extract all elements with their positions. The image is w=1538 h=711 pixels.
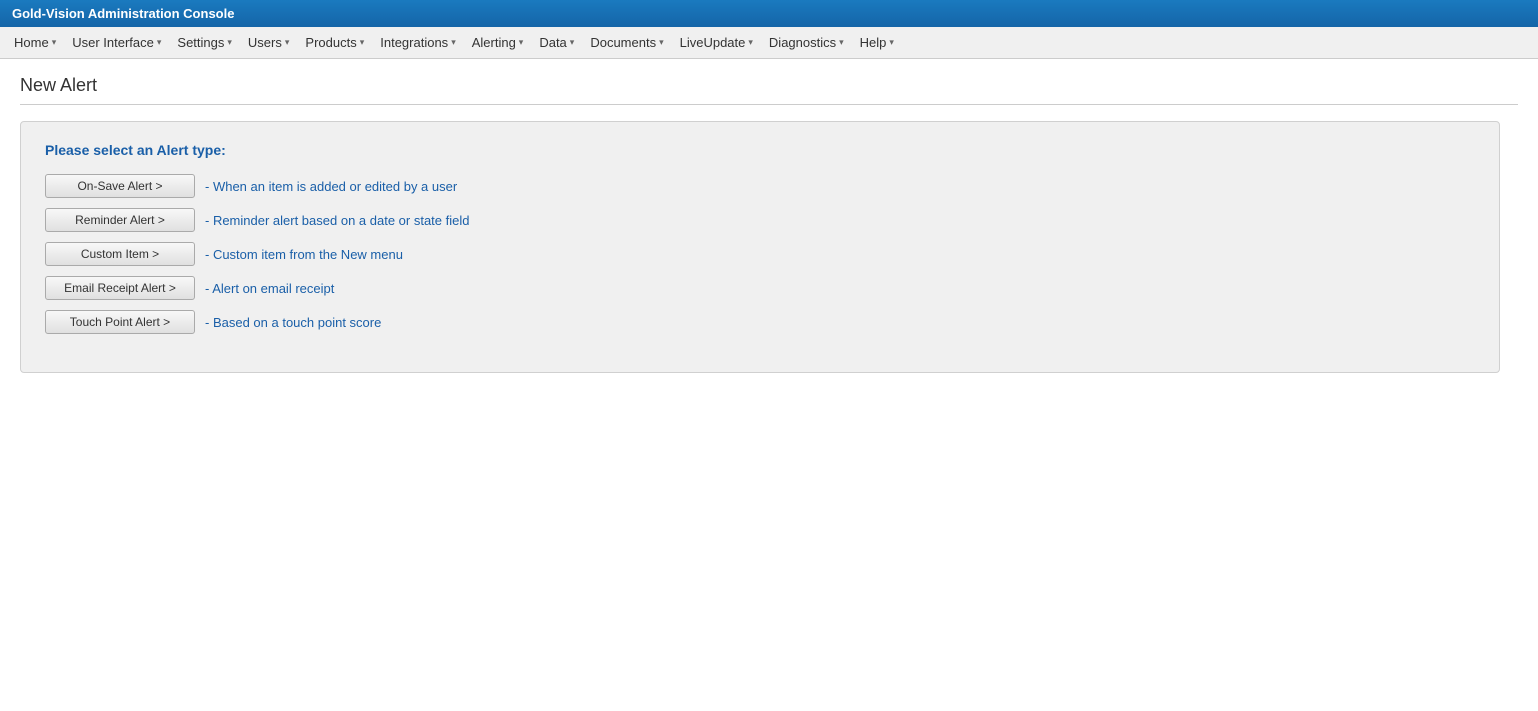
nav-label: Alerting xyxy=(472,35,516,50)
nav-label: Settings xyxy=(177,35,224,50)
alert-type-button-3[interactable]: Email Receipt Alert > xyxy=(45,276,195,300)
nav-label: Data xyxy=(539,35,566,50)
alert-types-list: On-Save Alert > - When an item is added o… xyxy=(45,174,1475,334)
nav-bar: Home▾User Interface▾Settings▾Users▾Produ… xyxy=(0,27,1538,59)
page-title: New Alert xyxy=(20,75,1518,105)
alert-type-description-1: - Reminder alert based on a date or stat… xyxy=(205,213,469,228)
nav-label: Help xyxy=(860,35,887,50)
page-content: New Alert Please select an Alert type: O… xyxy=(0,59,1538,389)
nav-arrow-icon: ▾ xyxy=(659,37,664,48)
nav-item-products[interactable]: Products ▾ xyxy=(297,27,372,58)
app-banner: Gold-Vision Administration Console xyxy=(0,0,1538,27)
nav-item-documents[interactable]: Documents▾ xyxy=(582,27,671,58)
alert-row: Reminder Alert > - Reminder alert based o… xyxy=(45,208,1475,232)
alert-row: Email Receipt Alert > - Alert on email re… xyxy=(45,276,1475,300)
nav-item-settings[interactable]: Settings▾ xyxy=(169,27,240,58)
nav-arrow-icon: ▾ xyxy=(889,37,894,48)
alert-row: Custom Item > - Custom item from the New … xyxy=(45,242,1475,266)
alert-type-description-3: - Alert on email receipt xyxy=(205,281,334,296)
alert-type-button-0[interactable]: On-Save Alert > xyxy=(45,174,195,198)
nav-label: Integrations xyxy=(380,35,448,50)
nav-arrow-icon: ▾ xyxy=(360,37,365,48)
alert-type-button-1[interactable]: Reminder Alert > xyxy=(45,208,195,232)
nav-arrow-icon: ▾ xyxy=(52,37,57,48)
nav-label: User Interface xyxy=(72,35,154,50)
nav-label: Documents xyxy=(590,35,656,50)
alert-row: On-Save Alert > - When an item is added o… xyxy=(45,174,1475,198)
alert-row: Touch Point Alert > - Based on a touch po… xyxy=(45,310,1475,334)
nav-arrow-icon: ▾ xyxy=(839,37,844,48)
nav-item-users[interactable]: Users▾ xyxy=(240,27,297,58)
nav-label: LiveUpdate xyxy=(680,35,746,50)
alert-type-description-0: - When an item is added or edited by a u… xyxy=(205,179,457,194)
nav-item-integrations[interactable]: Integrations▾ xyxy=(372,27,463,58)
nav-item-alerting[interactable]: Alerting▾ xyxy=(464,27,532,58)
nav-label: Users xyxy=(248,35,282,50)
nav-item-data[interactable]: Data ▾ xyxy=(531,27,582,58)
nav-item-home[interactable]: Home▾ xyxy=(6,27,64,58)
alert-type-button-2[interactable]: Custom Item > xyxy=(45,242,195,266)
nav-arrow-icon: ▾ xyxy=(748,37,753,48)
nav-arrow-icon: ▾ xyxy=(451,37,456,48)
alert-panel: Please select an Alert type: On-Save Ale… xyxy=(20,121,1500,373)
nav-arrow-icon: ▾ xyxy=(227,37,232,48)
panel-prompt: Please select an Alert type: xyxy=(45,142,1475,158)
nav-label: Products xyxy=(305,35,356,50)
nav-arrow-icon: ▾ xyxy=(519,37,524,48)
nav-item-liveupdate[interactable]: LiveUpdate▾ xyxy=(672,27,761,58)
nav-item-user-interface[interactable]: User Interface▾ xyxy=(64,27,169,58)
nav-item-diagnostics[interactable]: Diagnostics▾ xyxy=(761,27,852,58)
nav-arrow-icon: ▾ xyxy=(570,37,575,48)
nav-label: Home xyxy=(14,35,49,50)
nav-label: Diagnostics xyxy=(769,35,836,50)
nav-item-help[interactable]: Help▾ xyxy=(852,27,902,58)
nav-arrow-icon: ▾ xyxy=(285,37,290,48)
alert-type-description-4: - Based on a touch point score xyxy=(205,315,381,330)
app-banner-title: Gold-Vision Administration Console xyxy=(12,6,234,21)
alert-type-description-2: - Custom item from the New menu xyxy=(205,247,403,262)
alert-type-button-4[interactable]: Touch Point Alert > xyxy=(45,310,195,334)
nav-arrow-icon: ▾ xyxy=(157,37,162,48)
